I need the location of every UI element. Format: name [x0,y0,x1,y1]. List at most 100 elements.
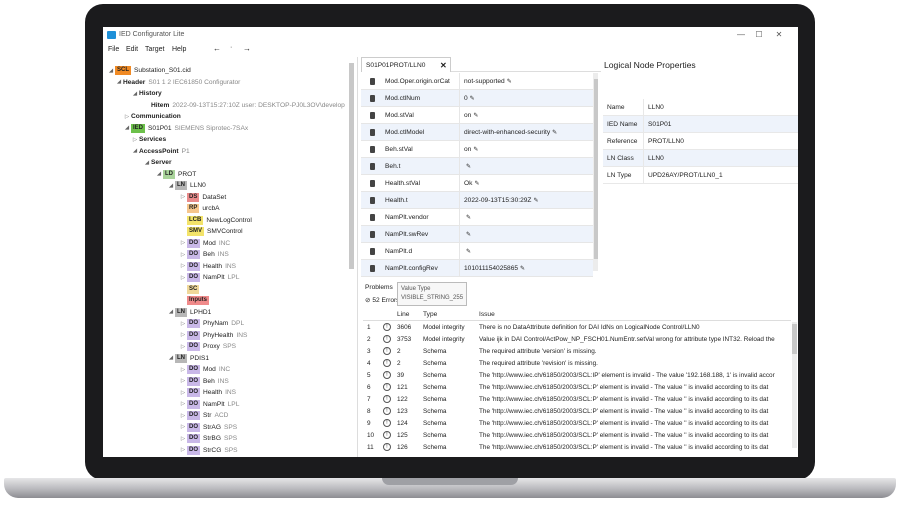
tree-node[interactable]: ◢ IED S01P01 SIEMENS Siprotec-7SAx [123,123,248,134]
tree-node[interactable]: ▷ DO Health INS [179,261,236,272]
expand-caret-icon[interactable]: ▷ [179,275,187,281]
edit-pencil-icon[interactable]: ✎ [474,181,479,187]
collapse-caret-icon[interactable]: ◢ [131,148,139,154]
attribute-value[interactable]: ✎ [459,209,593,225]
problem-row[interactable]: 11! 126 Schema The 'http://www.iec.ch/61850… [363,442,791,454]
expand-caret-icon[interactable]: ▷ [179,378,187,384]
tree-node[interactable]: ▷ DO NamPlt LPL [179,399,239,410]
tree-node[interactable]: SC [179,284,202,295]
property-value[interactable]: S01P01 [643,116,798,132]
tree-node[interactable]: ◢ LN LPHD1 [167,307,211,318]
menu-edit[interactable]: Edit [126,46,138,53]
problem-row[interactable]: 3! 2 Schema The required attribute 'version… [363,346,791,358]
edit-pencil-icon[interactable]: ✎ [520,266,525,272]
attribute-row[interactable]: Mod.stVal on ✎ [361,107,593,124]
tree-node[interactable]: ◢ LN LLN0 [167,180,206,191]
attribute-row[interactable]: Mod.ctlNum 0 ✎ [361,90,593,107]
expand-caret-icon[interactable]: ▷ [179,263,187,269]
edit-pencil-icon[interactable]: ✎ [473,113,478,119]
attribute-value[interactable]: ✎ [459,158,593,174]
error-count[interactable]: ⊘ 52 Errors [365,296,399,304]
tree-node[interactable]: ◢ LD PROT [155,169,196,180]
edit-pencil-icon[interactable]: ✎ [466,232,471,238]
close-tab-icon[interactable]: ✕ [440,61,447,70]
tree-node[interactable]: Inputs [179,295,212,306]
collapse-caret-icon[interactable]: ◢ [167,309,175,315]
tree-node[interactable]: ◢ LN PDIS1 [167,353,209,364]
property-value[interactable]: PROT/LLN0 [643,133,798,149]
tree-node[interactable]: ▷ DO StrCG SPS [179,445,238,456]
attribute-value[interactable]: on ✎ [459,107,593,123]
tree-node[interactable]: ▷ DO Beh INS [179,249,229,260]
attribute-value[interactable]: ✎ [459,226,593,242]
attribute-value[interactable]: ✎ [459,243,593,259]
attribute-row[interactable]: Mod.ctlModel direct-with-enhanced-securit… [361,124,593,141]
tree-node[interactable]: ▷ DO Proxy SPS [179,341,236,352]
close-button[interactable]: ✕ [772,30,786,39]
menu-help[interactable]: Help [172,46,186,53]
tree-node[interactable]: ▷ DO Beh INS [179,376,229,387]
expand-caret-icon[interactable]: ▷ [131,137,139,143]
maximize-button[interactable]: ☐ [752,30,766,39]
tab-s01p01prot-lln0[interactable]: S01P01PROT/LLN0 ✕ [361,57,451,72]
attribute-row[interactable]: Mod.Oper.origin.orCat not-supported ✎ [361,73,593,90]
attribute-value[interactable]: 101011154025865 ✎ [459,260,593,276]
attribute-row[interactable]: NamPlt.vendor ✎ [361,209,593,226]
edit-pencil-icon[interactable]: ✎ [473,147,478,153]
col-type[interactable]: Type [423,311,437,318]
minimize-button[interactable]: — [734,30,748,39]
tree-node[interactable]: ▷ DO PhyHealth INS [179,330,247,341]
attribute-value[interactable]: not-supported ✎ [459,73,593,89]
forward-arrow-icon[interactable]: → [243,44,251,53]
problem-row[interactable]: 2! 3753 Model integrity Value ijk in DAI Co… [363,334,791,346]
attribute-row[interactable]: Beh.t ✎ [361,158,593,175]
attribute-row[interactable]: NamPlt.configRev 101011154025865 ✎ [361,260,593,277]
attribute-row[interactable]: Beh.stVal on ✎ [361,141,593,158]
grid-scrollbar[interactable] [594,79,598,259]
property-value[interactable]: UPD26AY/PROT/LLN0_1 [643,167,798,183]
attribute-value[interactable]: on ✎ [459,141,593,157]
expand-caret-icon[interactable]: ▷ [179,252,187,258]
expand-caret-icon[interactable]: ▷ [179,344,187,350]
attribute-value[interactable]: Ok ✎ [459,175,593,191]
attribute-value[interactable]: 0 ✎ [459,90,593,106]
collapse-caret-icon[interactable]: ◢ [107,68,115,74]
tree-node[interactable]: ◢ Server [143,157,172,168]
problem-row[interactable]: 6! 121 Schema The 'http://www.iec.ch/61850/… [363,382,791,394]
property-value[interactable]: LLN0 [643,99,798,115]
tree-node[interactable]: ◢ AccessPoint P1 [131,146,190,157]
tree-node[interactable]: ▷ DO PhyNam DPL [179,318,244,329]
problem-row[interactable]: 7! 122 Schema The 'http://www.iec.ch/61850/… [363,394,791,406]
expand-caret-icon[interactable]: ▷ [179,240,187,246]
problems-tab[interactable]: Problems [365,284,393,291]
problems-scrollbar[interactable] [792,324,797,354]
attribute-row[interactable]: Health.stVal Ok ✎ [361,175,593,192]
edit-pencil-icon[interactable]: ✎ [466,164,471,170]
expand-caret-icon[interactable]: ▷ [179,424,187,430]
tree-node[interactable]: ▷ DO Str ACD [179,410,228,421]
collapse-caret-icon[interactable]: ◢ [167,355,175,361]
collapse-caret-icon[interactable]: ◢ [167,183,175,189]
expand-caret-icon[interactable]: ▷ [179,436,187,442]
edit-pencil-icon[interactable]: ✎ [466,249,471,255]
collapse-caret-icon[interactable]: ◢ [115,79,123,85]
expand-caret-icon[interactable]: ▷ [179,401,187,407]
tree-node[interactable]: ▷ DO StrAG SPS [179,422,237,433]
tree-node[interactable]: ◢ History [131,88,162,99]
edit-pencil-icon[interactable]: ✎ [552,130,557,136]
tree-node[interactable]: ▷ Services [131,134,166,145]
col-line[interactable]: Line [397,311,409,318]
attribute-value[interactable]: direct-with-enhanced-security ✎ [459,124,593,140]
problem-row[interactable]: 5! 39 Schema The 'http://www.iec.ch/61850/2… [363,370,791,382]
menu-file[interactable]: File [108,46,119,53]
tree-node[interactable]: ▷ Communication [123,111,181,122]
tree-node[interactable]: ▷ DO Mod INC [179,364,230,375]
collapse-caret-icon[interactable]: ◢ [155,171,163,177]
edit-pencil-icon[interactable]: ✎ [507,79,512,85]
problem-row[interactable]: 8! 123 Schema The 'http://www.iec.ch/61850/… [363,406,791,418]
tree-scrollbar[interactable] [349,63,354,269]
problem-row[interactable]: 4! 2 Schema The required attribute 'revisio… [363,358,791,370]
edit-pencil-icon[interactable]: ✎ [533,198,538,204]
expand-caret-icon[interactable]: ▷ [179,332,187,338]
edit-pencil-icon[interactable]: ✎ [466,215,471,221]
